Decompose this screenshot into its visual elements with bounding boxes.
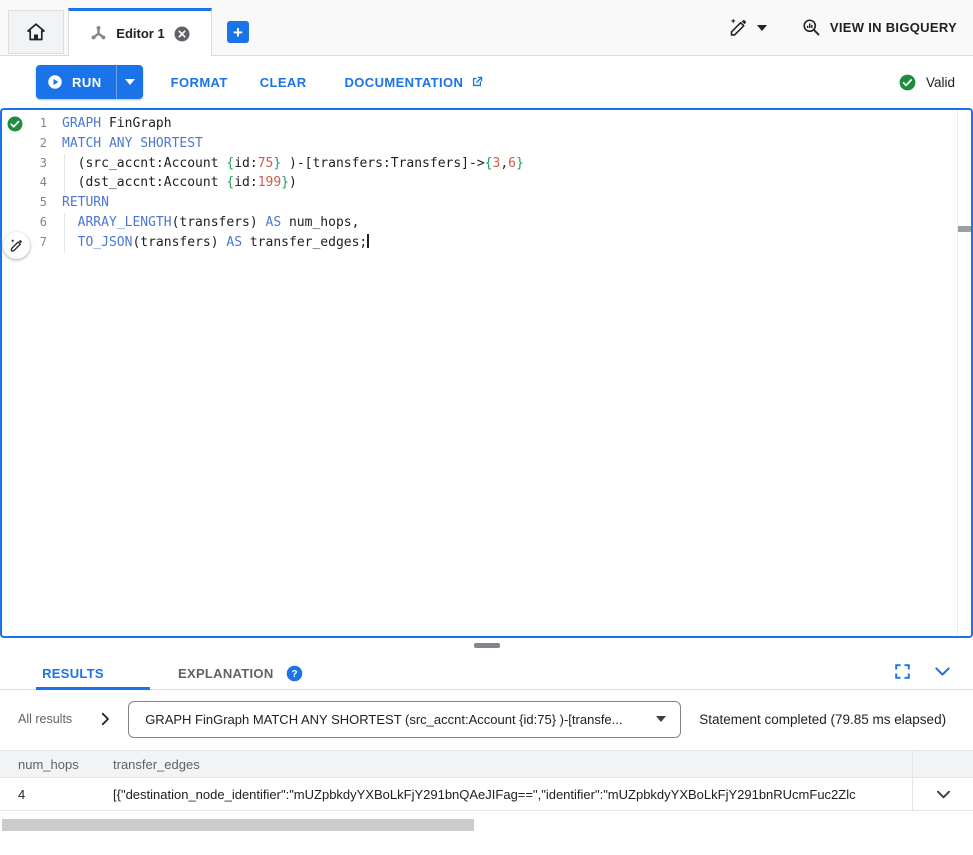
- valid-check-icon: [898, 73, 917, 92]
- query-tool-icon: [89, 24, 108, 43]
- close-tab-icon[interactable]: [173, 25, 191, 43]
- code-line[interactable]: GRAPH FinGraph: [62, 114, 971, 134]
- pen-spark-icon: [728, 17, 749, 38]
- clear-label: CLEAR: [260, 75, 307, 90]
- table-header-row: num_hops transfer_edges: [0, 750, 973, 778]
- results-table: num_hops transfer_edges 4 [{"destination…: [0, 750, 973, 811]
- gemini-assist-button[interactable]: [3, 232, 30, 259]
- column-header-transfer-edges[interactable]: transfer_edges: [95, 757, 912, 772]
- play-icon: [46, 73, 64, 91]
- editor-vertical-scrollbar[interactable]: [957, 110, 971, 636]
- tab-editor-1-label: Editor 1: [116, 26, 164, 41]
- text-cursor: [367, 234, 369, 248]
- dropdown-caret-icon: [656, 716, 666, 722]
- chevron-down-icon: [932, 661, 953, 682]
- code-line[interactable]: MATCH ANY SHORTEST: [62, 134, 971, 154]
- valid-label: Valid: [926, 75, 955, 90]
- explanation-tab-label: EXPLANATION: [178, 666, 274, 681]
- assist-menu-button[interactable]: [728, 17, 767, 38]
- column-header-num-hops[interactable]: num_hops: [0, 757, 95, 772]
- run-label: RUN: [72, 75, 102, 90]
- code-line[interactable]: ARRAY_LENGTH(transfers) AS num_hops,: [62, 213, 971, 233]
- chevron-right-icon: [96, 710, 114, 728]
- panel-divider: [0, 638, 973, 658]
- format-button[interactable]: FORMAT: [171, 75, 228, 90]
- resize-drag-handle[interactable]: [474, 643, 500, 648]
- statement-select-value: GRAPH FinGraph MATCH ANY SHORTEST (src_a…: [145, 712, 646, 727]
- svg-text:?: ?: [291, 669, 297, 680]
- documentation-link[interactable]: DOCUMENTATION: [345, 75, 485, 90]
- statement-select-dropdown[interactable]: GRAPH FinGraph MATCH ANY SHORTEST (src_a…: [128, 701, 681, 738]
- results-horizontal-scrollbar[interactable]: [0, 819, 973, 831]
- spanner-studio-app: Editor 1 +: [0, 0, 973, 855]
- pen-spark-icon: [9, 238, 24, 253]
- tab-explanation[interactable]: EXPLANATION: [178, 666, 274, 681]
- tab-results[interactable]: RESULTS: [16, 666, 130, 681]
- collapse-panel-button[interactable]: [932, 661, 953, 682]
- cell-transfer-edges: [{"destination_node_identifier":"mUZpbkd…: [95, 787, 912, 802]
- line-number: 6: [2, 213, 47, 233]
- run-button[interactable]: RUN: [36, 65, 116, 99]
- view-in-bigquery-button[interactable]: VIEW IN BIGQUERY: [801, 17, 957, 38]
- query-valid-marker-icon: [6, 115, 24, 133]
- validation-status: Valid: [898, 73, 955, 92]
- add-editor-tab-button[interactable]: +: [227, 21, 249, 43]
- cell-num-hops: 4: [0, 787, 95, 802]
- code-lines[interactable]: GRAPH FinGraphMATCH ANY SHORTEST (src_ac…: [47, 114, 971, 636]
- expand-row-button[interactable]: [912, 778, 973, 810]
- horizontal-scrollbar-thumb[interactable]: [2, 819, 474, 831]
- run-options-button[interactable]: [116, 65, 143, 99]
- home-tab-button[interactable]: [8, 10, 64, 54]
- code-line[interactable]: (src_accnt:Account {id:75} )-[transfers:…: [62, 154, 971, 174]
- results-toolbar: All results GRAPH FinGraph MATCH ANY SHO…: [0, 690, 973, 748]
- tab-strip-actions: VIEW IN BIGQUERY: [728, 0, 957, 55]
- active-tab-underline: [36, 687, 150, 690]
- external-link-icon: [470, 75, 484, 89]
- results-tab-bar: RESULTS EXPLANATION ?: [0, 658, 973, 690]
- chevron-down-icon: [125, 79, 135, 85]
- view-in-bigquery-label: VIEW IN BIGQUERY: [830, 20, 957, 35]
- query-search-icon: [801, 17, 822, 38]
- gutter-numbers: 1234567: [2, 114, 47, 636]
- all-results-expand-button[interactable]: [96, 710, 114, 728]
- fullscreen-button[interactable]: [893, 662, 912, 681]
- line-number: 5: [2, 193, 47, 213]
- statement-status-text: Statement completed (79.85 ms elapsed): [699, 712, 946, 727]
- clear-button[interactable]: CLEAR: [260, 75, 307, 90]
- explanation-help-button[interactable]: ?: [286, 665, 303, 682]
- chevron-down-icon: [757, 25, 767, 31]
- all-results-label: All results: [18, 712, 72, 726]
- code-line[interactable]: RETURN: [62, 193, 971, 213]
- line-number: 4: [2, 173, 47, 193]
- query-editor[interactable]: 1234567 GRAPH FinGraphMATCH ANY SHORTEST…: [0, 108, 973, 638]
- documentation-label: DOCUMENTATION: [345, 75, 464, 90]
- tab-editor-1[interactable]: Editor 1: [68, 8, 212, 56]
- line-number: 2: [2, 134, 47, 154]
- run-split-button: RUN: [36, 65, 143, 99]
- results-tab-label: RESULTS: [42, 666, 104, 681]
- code-line[interactable]: TO_JSON(transfers) AS transfer_edges;: [62, 233, 971, 253]
- code-line[interactable]: (dst_accnt:Account {id:199}): [62, 173, 971, 193]
- editor-toolbar: RUN FORMAT CLEAR DOCUMENTATION: [0, 56, 973, 108]
- table-row[interactable]: 4 [{"destination_node_identifier":"mUZpb…: [0, 778, 973, 811]
- plus-icon: +: [233, 24, 243, 41]
- tab-strip: Editor 1 +: [0, 0, 973, 56]
- format-label: FORMAT: [171, 75, 228, 90]
- line-number: 3: [2, 154, 47, 174]
- help-icon: ?: [286, 665, 303, 682]
- chevron-down-icon: [934, 785, 953, 804]
- fullscreen-icon: [893, 662, 912, 681]
- editor-scrollbar-thumb[interactable]: [958, 226, 971, 232]
- header-action-column: [912, 751, 973, 777]
- home-icon: [24, 20, 48, 44]
